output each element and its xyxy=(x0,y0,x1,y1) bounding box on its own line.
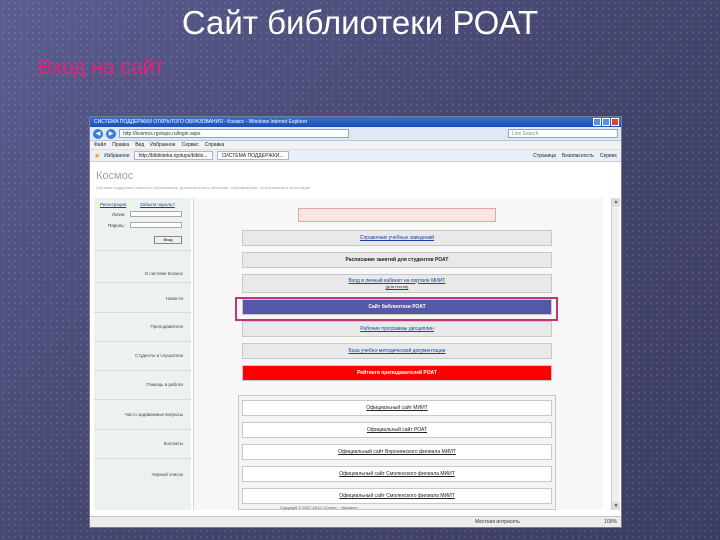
menu-button-label: Рабочие программы дисциплин xyxy=(360,326,434,332)
site-tagline: Система поддержки открытого образования,… xyxy=(96,185,311,190)
sidebar-divider xyxy=(94,250,191,251)
back-icon[interactable]: ◀ xyxy=(93,128,103,139)
close-icon[interactable] xyxy=(611,118,619,126)
forward-icon[interactable]: ▶ xyxy=(106,128,116,139)
maximize-icon[interactable] xyxy=(602,118,610,126)
favorites-button[interactable]: Избранное xyxy=(104,153,129,159)
browser-titlebar: СИСТЕМА ПОДДЕРЖКИ ОТКРЫТОГО ОБРАЗОВАНИЯ … xyxy=(90,117,621,127)
sidebar-item-faq[interactable]: Часто задаваемые вопросы xyxy=(125,412,183,417)
link-miit[interactable]: Официальный сайт МИИТ xyxy=(242,400,552,416)
star-icon[interactable]: ★ xyxy=(94,152,100,160)
sidebar-item-blacklist[interactable]: Черный список xyxy=(152,472,183,477)
command-tools[interactable]: Сервис xyxy=(600,153,617,159)
menu-button-label: Расписание занятий для студентов РОАТ xyxy=(345,257,449,263)
register-link[interactable]: Регистрация xyxy=(100,202,126,207)
zoom-level[interactable]: 100% xyxy=(604,517,617,527)
menu-button-schedule[interactable]: Расписание занятий для студентов РОАТ xyxy=(242,252,552,268)
address-bar: ◀ ▶ http://kosmos.rgotups.ru/login.aspx … xyxy=(90,127,621,141)
status-bar: Местная интрасеть 100% xyxy=(90,516,621,527)
sidebar-divider xyxy=(94,370,191,371)
login-label: Логин: xyxy=(112,212,126,217)
notice-box xyxy=(298,208,496,222)
menu-tools[interactable]: Сервис xyxy=(182,141,199,149)
menu-button-label: Справочник учебных заведений xyxy=(359,235,435,241)
left-sidebar: Регистрация Забыли пароль? Логин: Пароль… xyxy=(94,198,191,510)
menu-button-ratings[interactable]: Рейтинги преподавателей РОАТ xyxy=(242,365,552,381)
tab-kosmos[interactable]: СИСТЕМА ПОДДЕРЖКИ... xyxy=(216,151,289,160)
highlight-frame xyxy=(235,297,558,321)
sidebar-divider xyxy=(94,429,191,430)
menu-edit[interactable]: Правка xyxy=(112,141,129,149)
menu-view[interactable]: Вид xyxy=(135,141,144,149)
slide-title: Сайт библиотеки РОАТ xyxy=(181,4,539,41)
link-label: Официальный сайт Воронежского филиала МИ… xyxy=(338,449,456,455)
menu-button-methodics[interactable]: База учебно-методической документации xyxy=(242,343,552,359)
sidebar-item-news[interactable]: Новости xyxy=(166,296,183,301)
favorites-bar: ★ Избранное http://biblioteka.rgotups/bi… xyxy=(90,150,621,162)
minimize-icon[interactable] xyxy=(593,118,601,126)
sidebar-divider xyxy=(94,341,191,342)
tab-biblioteka[interactable]: http://biblioteka.rgotups/biblio... xyxy=(133,151,213,160)
site-logo[interactable]: Космос xyxy=(96,170,133,182)
link-label: Официальный сайт РОАТ xyxy=(366,427,428,433)
link-smolensk-2[interactable]: Официальный сайт Смоленского филиала МИИ… xyxy=(242,488,552,504)
sidebar-item-help[interactable]: Помощь в работе xyxy=(146,382,183,387)
link-label: Официальный сайт Смоленского филиала МИИ… xyxy=(339,493,455,499)
security-zone: Местная интрасеть xyxy=(475,519,520,525)
command-page[interactable]: Страница xyxy=(533,153,556,159)
menu-button-label: База учебно-методической документации xyxy=(348,348,446,354)
browser-window: СИСТЕМА ПОДДЕРЖКИ ОТКРЫТОГО ОБРАЗОВАНИЯ … xyxy=(89,116,622,528)
menu-button-sublabel: (для тестов) xyxy=(385,283,409,289)
page-scrollbar[interactable]: ▲ ▼ xyxy=(611,198,620,510)
main-content: Справочник учебных заведений Расписание … xyxy=(193,198,603,510)
link-label: Официальный сайт МИИТ xyxy=(366,405,428,411)
page-content: Космос Система поддержки открытого образ… xyxy=(90,164,621,512)
sidebar-divider xyxy=(94,458,191,459)
menu-button-label: Рейтинги преподавателей РОАТ xyxy=(357,370,437,376)
link-label: Официальный сайт Смоленского филиала МИИ… xyxy=(339,471,455,477)
sidebar-item-contacts[interactable]: Контакты xyxy=(164,441,183,446)
menu-favorites[interactable]: Избранное xyxy=(150,141,175,149)
password-label: Пароль: xyxy=(108,223,125,228)
url-input[interactable]: http://kosmos.rgotups.ru/login.aspx xyxy=(119,129,349,138)
link-smolensk[interactable]: Официальный сайт Смоленского филиала МИИ… xyxy=(242,466,552,482)
menu-bar: Файл Правка Вид Избранное Сервис Справка xyxy=(90,141,621,150)
sidebar-divider xyxy=(94,282,191,283)
site-footer: Copyright © 2007-2012 «Союз» - «Космос» xyxy=(280,505,359,510)
menu-button-programs[interactable]: Рабочие программы дисциплин xyxy=(242,321,552,337)
sidebar-divider xyxy=(94,399,191,400)
slide-subtitle: Вход на сайт xyxy=(38,56,164,79)
link-voronezh[interactable]: Официальный сайт Воронежского филиала МИ… xyxy=(242,444,552,460)
sidebar-divider xyxy=(94,312,191,313)
login-button[interactable]: Вход xyxy=(154,236,182,244)
scroll-down-icon[interactable]: ▼ xyxy=(612,502,620,510)
link-roat[interactable]: Официальный сайт РОАТ xyxy=(242,422,552,438)
menu-file[interactable]: Файл xyxy=(94,141,106,149)
menu-button-directory[interactable]: Справочник учебных заведений xyxy=(242,230,552,246)
forgot-password-link[interactable]: Забыли пароль? xyxy=(140,202,175,207)
window-title: СИСТЕМА ПОДДЕРЖКИ ОТКРЫТОГО ОБРАЗОВАНИЯ … xyxy=(94,119,308,125)
menu-button-cabinet[interactable]: Вход в личный кабинет на портале МИИТ (д… xyxy=(242,274,552,293)
login-input[interactable] xyxy=(130,211,182,217)
search-input[interactable]: Live Search xyxy=(508,129,618,138)
sidebar-item-teachers[interactable]: Преподаватели xyxy=(151,324,183,329)
password-input[interactable] xyxy=(130,222,182,228)
scroll-up-icon[interactable]: ▲ xyxy=(612,198,620,206)
command-security[interactable]: Безопасность xyxy=(562,153,594,159)
menu-help[interactable]: Справка xyxy=(205,141,225,149)
sidebar-item-about[interactable]: О системе Космос xyxy=(145,271,183,276)
sidebar-item-students[interactable]: Студенты и слушатели xyxy=(135,353,183,358)
site-header: Космос Система поддержки открытого образ… xyxy=(94,164,619,194)
